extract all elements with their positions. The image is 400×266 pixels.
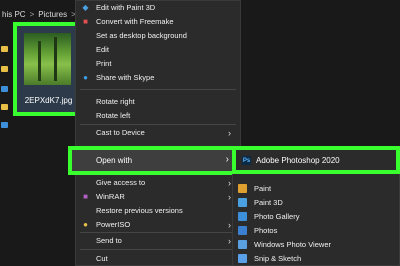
chevron-right-icon: ›	[228, 235, 231, 246]
menu-item-cut[interactable]: Cut	[76, 252, 240, 265]
menu-item-share-skype[interactable]: ● Share with Skype	[76, 71, 240, 84]
menu-item-open-with[interactable]: Open with ›	[68, 146, 240, 175]
submenu-item-paint[interactable]: Paint	[238, 182, 398, 195]
photoshop-icon: Ps	[242, 156, 251, 165]
chevron-right-icon: ›	[228, 127, 231, 138]
paint3d-icon	[238, 198, 247, 207]
menu-item-give-access[interactable]: Give access to ›	[76, 176, 240, 189]
skype-icon: ●	[83, 73, 88, 82]
menu-item-convert-freemake[interactable]: ■ Convert with Freemake	[76, 15, 240, 28]
menu-divider	[80, 124, 236, 125]
chevron-right-icon: ›	[228, 219, 231, 230]
submenu-item-photos[interactable]: Photos	[238, 224, 398, 237]
menu-item-poweriso[interactable]: ● PowerISO ›	[76, 218, 240, 231]
submenu-item-photoshop[interactable]: Ps Adobe Photoshop 2020	[232, 146, 400, 174]
menu-item-rotate-left[interactable]: Rotate left	[76, 109, 240, 122]
file-name-label: 2EPXdK7.jpg	[24, 96, 73, 105]
breadcrumb-separator-icon: >	[29, 9, 35, 19]
menu-item-cast-to-device[interactable]: Cast to Device ›	[76, 126, 240, 139]
chevron-right-icon: ›	[228, 191, 231, 202]
breadcrumb-this-pc[interactable]: his PC	[2, 10, 26, 19]
menu-item-winrar[interactable]: ■ WinRAR ›	[76, 190, 240, 203]
submenu-item-photo-gallery[interactable]: Photo Gallery	[238, 210, 398, 223]
menu-divider	[80, 89, 236, 90]
image-thumbnail	[24, 33, 71, 85]
poweriso-icon: ●	[83, 220, 88, 229]
folder-icon[interactable]	[1, 104, 8, 110]
submenu-item-windows-photo-viewer[interactable]: Windows Photo Viewer	[238, 238, 398, 251]
context-menu: ◆ Edit with Paint 3D ■ Convert with Free…	[75, 0, 241, 266]
menu-item-rotate-right[interactable]: Rotate right	[76, 95, 240, 108]
winrar-icon: ■	[83, 192, 88, 201]
paint3d-icon: ◆	[82, 3, 89, 12]
menu-divider	[80, 249, 236, 250]
chevron-right-icon: ›	[225, 154, 229, 165]
snip-sketch-icon	[238, 254, 247, 263]
submenu-item-snip-sketch[interactable]: Snip & Sketch	[238, 252, 398, 265]
submenu-item-paint3d[interactable]: Paint 3D	[238, 196, 398, 209]
paint-icon	[238, 184, 247, 193]
menu-item-edit[interactable]: Edit	[76, 43, 240, 56]
photos-icon	[238, 226, 247, 235]
folder-icon[interactable]	[1, 46, 8, 52]
photo-viewer-icon	[238, 240, 247, 249]
menu-item-edit-paint3d[interactable]: ◆ Edit with Paint 3D	[76, 1, 240, 14]
menu-item-send-to[interactable]: Send to ›	[76, 234, 240, 247]
drive-icon[interactable]	[1, 86, 8, 92]
freemake-icon: ■	[83, 17, 88, 26]
menu-divider	[80, 232, 236, 233]
chevron-right-icon: ›	[228, 177, 231, 188]
breadcrumb-pictures[interactable]: Pictures	[38, 10, 67, 19]
drive-icon[interactable]	[1, 122, 8, 128]
folder-icon[interactable]	[1, 66, 8, 72]
menu-item-restore-previous-versions[interactable]: Restore previous versions	[76, 204, 240, 217]
nav-pane	[0, 26, 10, 266]
photo-gallery-icon	[238, 212, 247, 221]
breadcrumb[interactable]: his PC > Pictures >	[0, 6, 76, 22]
menu-item-print[interactable]: Print	[76, 57, 240, 70]
menu-item-set-desktop-background[interactable]: Set as desktop background	[76, 29, 240, 42]
file-item[interactable]: 2EPXdK7.jpg	[13, 22, 82, 116]
